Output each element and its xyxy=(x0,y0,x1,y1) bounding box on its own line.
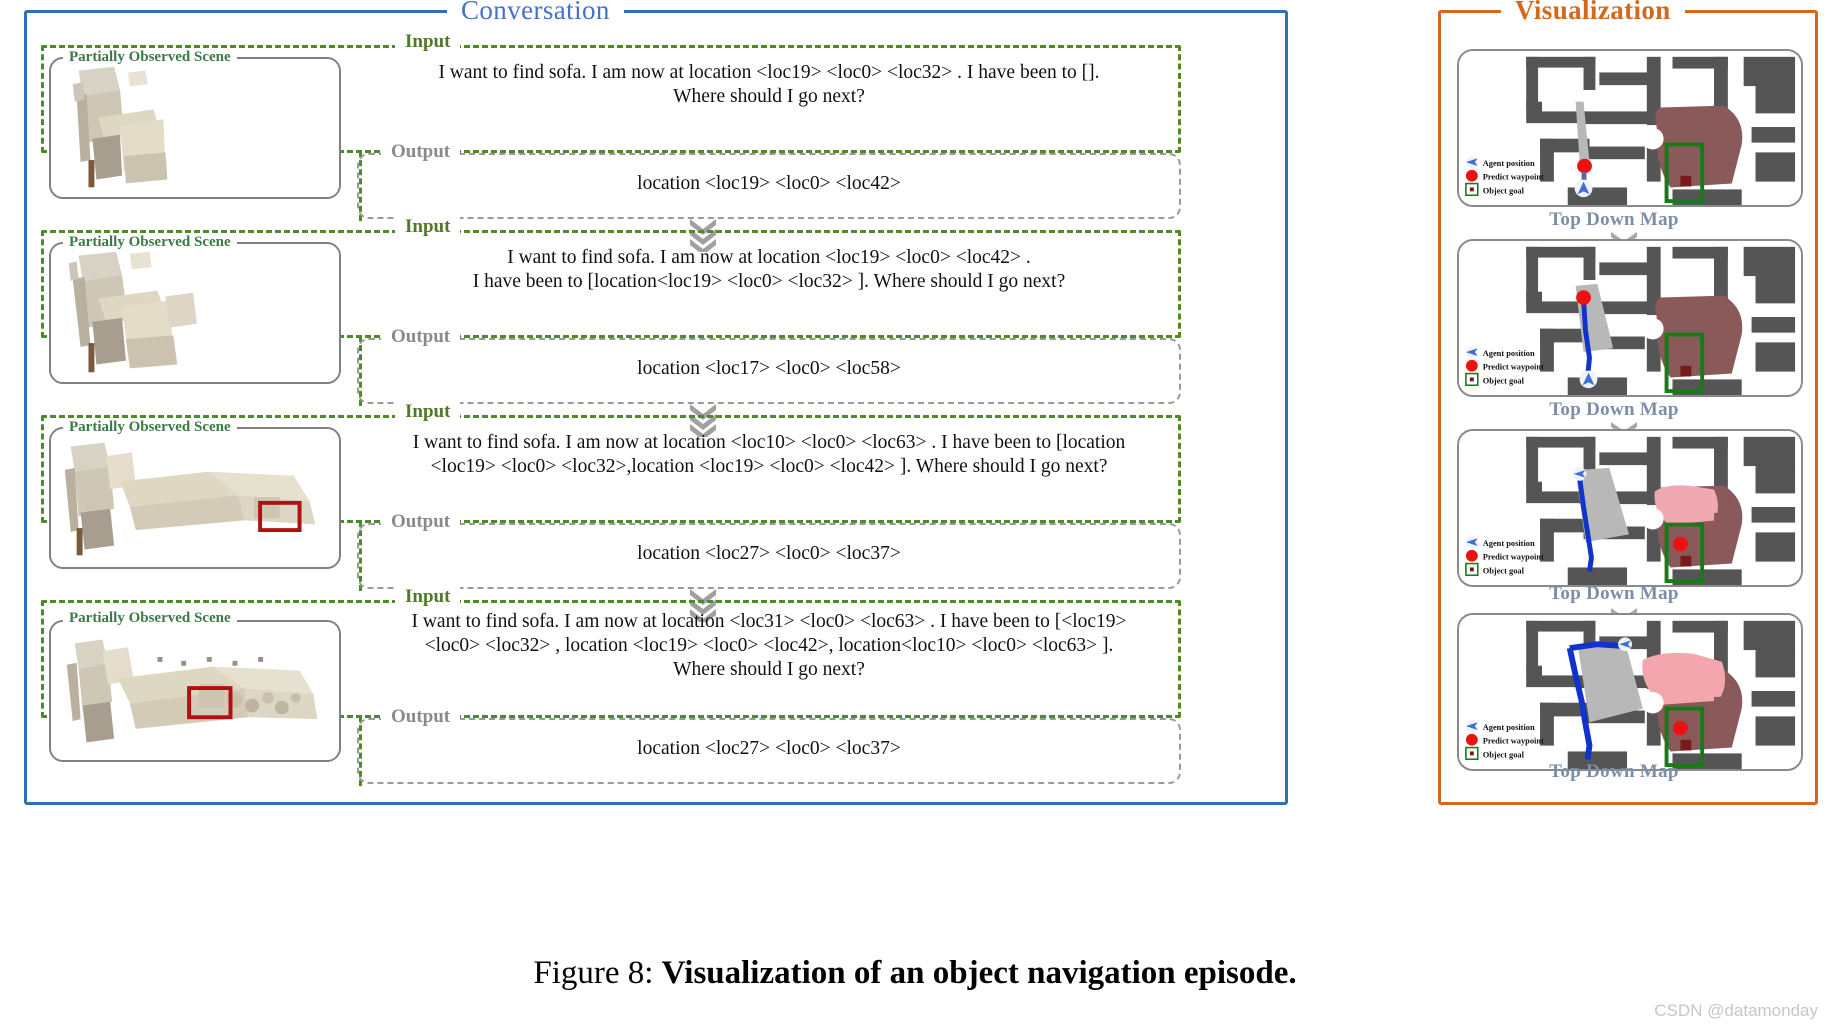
output-label: Output xyxy=(381,326,461,348)
output-block: Output location <loc27> <loc0> <loc37> xyxy=(357,511,1181,589)
svg-text:Agent position: Agent position xyxy=(1483,539,1535,548)
svg-text:Object goal: Object goal xyxy=(1483,750,1525,759)
svg-text:Predict waypoint: Predict waypoint xyxy=(1483,363,1544,372)
scene-label: Partially Observed Scene xyxy=(63,419,237,436)
output-text: location <loc17> <loc0> <loc58> xyxy=(637,358,901,379)
partially-observed-scene-frame[interactable] xyxy=(49,242,341,384)
input-label: Input xyxy=(395,216,461,238)
scene-label: Partially Observed Scene xyxy=(63,49,237,66)
output-label: Output xyxy=(381,141,461,163)
svg-text:Agent position: Agent position xyxy=(1483,349,1535,358)
map-caption: Top Down Map xyxy=(1549,761,1679,782)
input-block: Input I want to find sofa. I am now at l… xyxy=(357,216,1181,338)
input-text-line: Where should I go next? xyxy=(673,85,865,107)
scene-pointcloud-image xyxy=(51,429,339,567)
input-text-line: Where should I go next? xyxy=(673,658,865,680)
map-caption: Top Down Map xyxy=(1549,583,1679,604)
watermark: CSDN @datamonday xyxy=(1654,1001,1818,1020)
legend-label-agent-position: Agent position xyxy=(1483,159,1535,168)
legend-label-object-goal: Object goal xyxy=(1483,186,1525,195)
input-text: I want to find sofa. I am now at locatio… xyxy=(357,431,1181,479)
input-text: I want to find sofa. I am now at locatio… xyxy=(357,61,1181,109)
visualization-panel-title: Visualization xyxy=(1501,0,1685,26)
scene-pointcloud-image xyxy=(51,59,339,197)
output-text: location <loc19> <loc0> <loc42> xyxy=(637,173,901,194)
svg-text:Predict waypoint: Predict waypoint xyxy=(1483,553,1544,562)
input-text-line: I want to find sofa. I am now at locatio… xyxy=(507,247,1031,268)
top-down-map-card[interactable]: Agent position Predict waypoint Object g… xyxy=(1457,239,1803,397)
input-label: Input xyxy=(395,31,461,53)
top-down-map-card[interactable]: Agent position Predict waypoint Object g… xyxy=(1457,613,1803,771)
conversation-turn: Partially Observed Scene Input I want to… xyxy=(27,31,1285,227)
input-text-line: I want to find sofa. I am now at locatio… xyxy=(412,432,1126,453)
input-text-line: I want to find sofa. I am now at locatio… xyxy=(411,611,1127,632)
svg-text:Agent position: Agent position xyxy=(1483,723,1535,732)
svg-text:Object goal: Object goal xyxy=(1483,376,1525,385)
input-text-line: I want to find sofa. I am now at locatio… xyxy=(438,62,1100,83)
map-caption: Top Down Map xyxy=(1549,209,1679,230)
conversation-panel-title: Conversation xyxy=(447,0,624,26)
conversation-turn: Partially Observed Scene Input I want to… xyxy=(27,216,1285,412)
input-text-line: <loc19> <loc0> <loc32>,location <loc19> … xyxy=(430,455,1108,477)
partially-observed-scene-frame[interactable] xyxy=(49,620,341,762)
svg-text:Predict waypoint: Predict waypoint xyxy=(1483,737,1544,746)
input-block: Input I want to find sofa. I am now at l… xyxy=(357,31,1181,153)
conversation-panel: Conversation Partially Observed Scene In… xyxy=(24,0,1288,805)
conversation-turn: Partially Observed Scene Input I want to… xyxy=(27,586,1285,786)
output-block: Output location <loc27> <loc0> <loc37> xyxy=(357,706,1181,784)
output-label: Output xyxy=(381,511,461,533)
figure-caption: Figure 8: Visualization of an object nav… xyxy=(0,955,1830,992)
output-block: Output location <loc19> <loc0> <loc42> xyxy=(357,141,1181,219)
svg-text:Object goal: Object goal xyxy=(1483,566,1525,575)
output-text: location <loc27> <loc0> <loc37> xyxy=(637,543,901,564)
top-down-map-card[interactable]: Agent position Predict waypoint Object g… xyxy=(1457,429,1803,587)
output-block: Output location <loc17> <loc0> <loc58> xyxy=(357,326,1181,404)
output-label: Output xyxy=(381,706,461,728)
top-down-map-card[interactable]: Agent position Predict waypoint Object g… xyxy=(1457,49,1803,207)
input-text-line: <loc0> <loc32> , location <loc19> <loc0>… xyxy=(424,634,1114,656)
visualization-panel: Visualization Agent position Predict way… xyxy=(1438,0,1818,805)
scene-pointcloud-image xyxy=(51,622,339,760)
scene-pointcloud-image xyxy=(51,244,339,382)
input-text: I want to find sofa. I am now at locatio… xyxy=(357,246,1181,294)
scene-label: Partially Observed Scene xyxy=(63,234,237,251)
input-text-line: I have been to [location<loc19> <loc0> <… xyxy=(472,270,1066,292)
scene-label: Partially Observed Scene xyxy=(63,610,237,627)
figure-caption-text: Visualization of an object navigation ep… xyxy=(661,955,1297,991)
map-caption: Top Down Map xyxy=(1549,399,1679,420)
input-block: Input I want to find sofa. I am now at l… xyxy=(357,401,1181,523)
figure-caption-number: Figure 8: xyxy=(533,955,654,991)
input-text: I want to find sofa. I am now at locatio… xyxy=(357,610,1181,681)
partially-observed-scene-frame[interactable] xyxy=(49,57,341,199)
partially-observed-scene-frame[interactable] xyxy=(49,427,341,569)
input-block: Input I want to find sofa. I am now at l… xyxy=(357,586,1181,708)
input-label: Input xyxy=(395,401,461,423)
input-label: Input xyxy=(395,586,461,608)
conversation-turn: Partially Observed Scene Input I want to… xyxy=(27,401,1285,597)
output-text: location <loc27> <loc0> <loc37> xyxy=(637,738,901,759)
legend-label-predict-waypoint: Predict waypoint xyxy=(1483,173,1544,182)
figure-root: Conversation Partially Observed Scene In… xyxy=(0,0,1830,1029)
